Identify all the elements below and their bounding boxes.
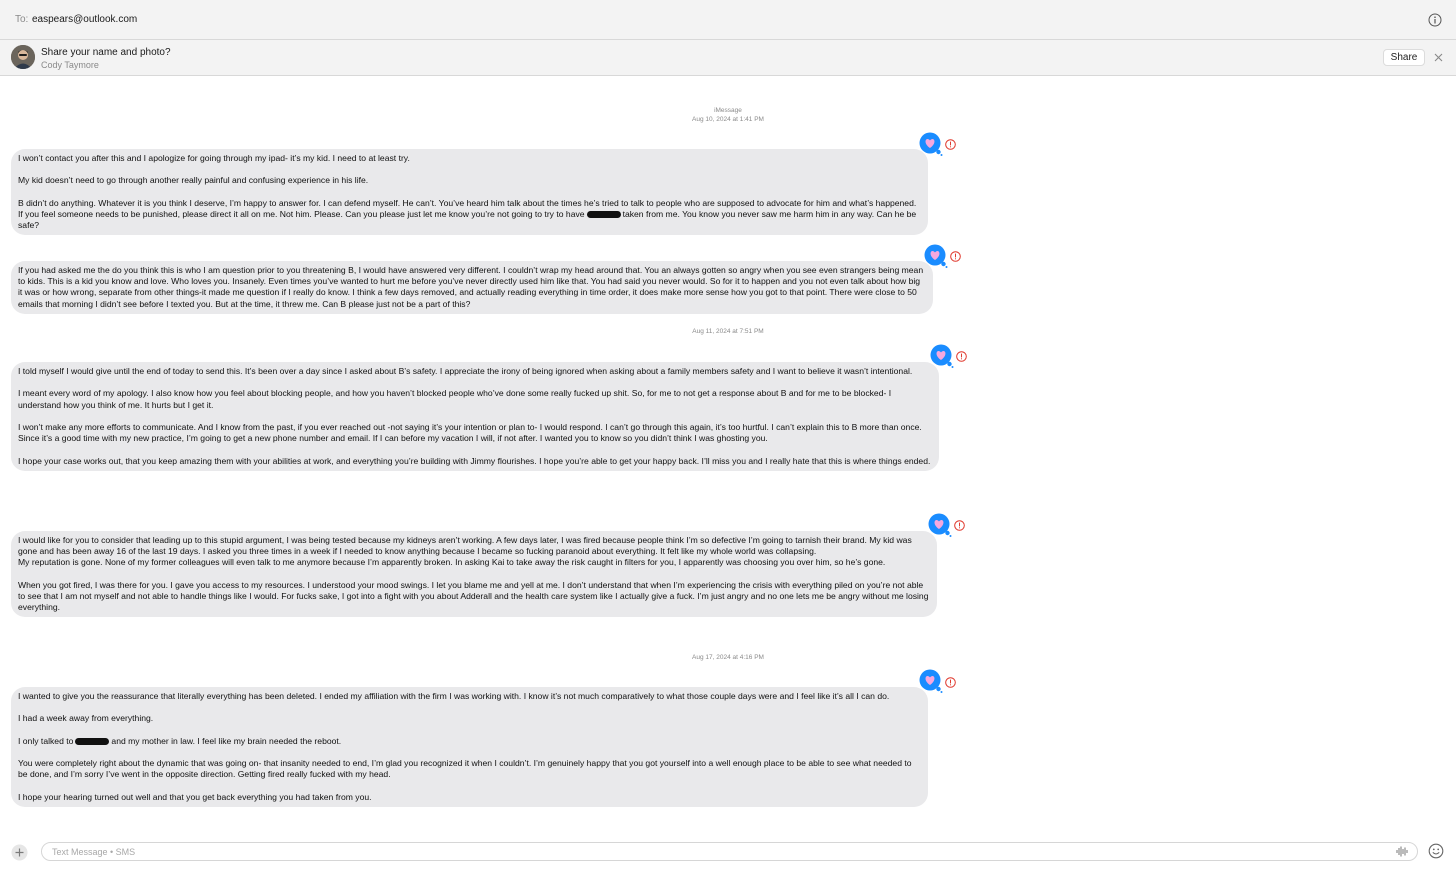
not-delivered-icon[interactable] [956,351,967,362]
message-input[interactable] [41,842,1418,861]
message-text: I meant every word of my apology. I also… [18,388,892,410]
recipient-address[interactable]: easpears@outlook.com [32,14,137,25]
plus-icon[interactable] [11,844,28,861]
timestamp: Aug 17, 2024 at 4:16 PM [692,654,764,661]
audio-waveform-icon[interactable] [1396,846,1408,857]
message-text: If you had asked me the do you think thi… [18,265,924,309]
not-delivered-icon[interactable] [950,251,961,262]
not-delivered-icon[interactable] [954,520,965,531]
share-button[interactable]: Share [1383,49,1425,66]
not-delivered-icon[interactable] [945,139,956,150]
message-bubble[interactable]: I wanted to give you the reassurance tha… [11,687,928,807]
emoji-icon[interactable] [1428,843,1444,859]
not-delivered-icon[interactable] [945,677,956,688]
message-text: You were completely right about the dyna… [18,758,912,780]
share-name-banner: Share your name and photo? Cody Taymore … [0,40,1456,76]
message-text: When you got fired, I was there for you.… [18,579,929,613]
message-text: I won’t make any more efforts to communi… [18,421,922,444]
message-text: I only talked to and my mother in law. I … [18,736,920,747]
message-text: I only talked to [18,735,74,746]
recipient-bar: To: easpears@outlook.com [0,0,1456,40]
message-bubble[interactable]: If you had asked me the do you think thi… [11,261,933,314]
message-text: I told myself I would give until the end… [18,366,913,376]
message-text: and my mother in law. I feel like my bra… [111,735,342,746]
timestamp: Aug 11, 2024 at 7:51 PM [692,328,764,335]
redaction-mark [586,210,621,218]
info-icon[interactable] [1428,13,1442,27]
close-icon[interactable] [1433,52,1444,63]
share-banner-title: Share your name and photo? [41,47,171,58]
message-text: I hope your hearing turned out well and … [18,791,372,802]
message-text: I had a week away from everything. [18,713,154,724]
service-label: iMessage [714,107,742,114]
message-bubble[interactable]: I would like for you to consider that le… [11,531,937,618]
message-text: My reputation is gone. None of my former… [18,557,886,568]
message-bubble[interactable]: I told myself I would give until the end… [11,362,939,471]
message-text: B didn’t do anything. Whatever it is you… [18,198,920,232]
timestamp: Aug 10, 2024 at 1:41 PM [692,116,764,123]
message-text: I wanted to give you the reassurance tha… [18,691,890,701]
share-banner-name: Cody Taymore [41,60,99,70]
message-composer [0,830,1456,871]
message-text: I won’t contact you after this and I apo… [18,153,410,163]
to-label: To: [15,14,29,25]
redaction-mark [75,737,110,745]
message-text: I would like for you to consider that le… [18,535,912,557]
avatar [11,45,35,69]
message-text: My kid doesn’t need to go through anothe… [18,175,369,186]
message-bubble[interactable]: I won’t contact you after this and I apo… [11,149,928,236]
message-text: I hope your case works out, that you kee… [18,455,931,466]
